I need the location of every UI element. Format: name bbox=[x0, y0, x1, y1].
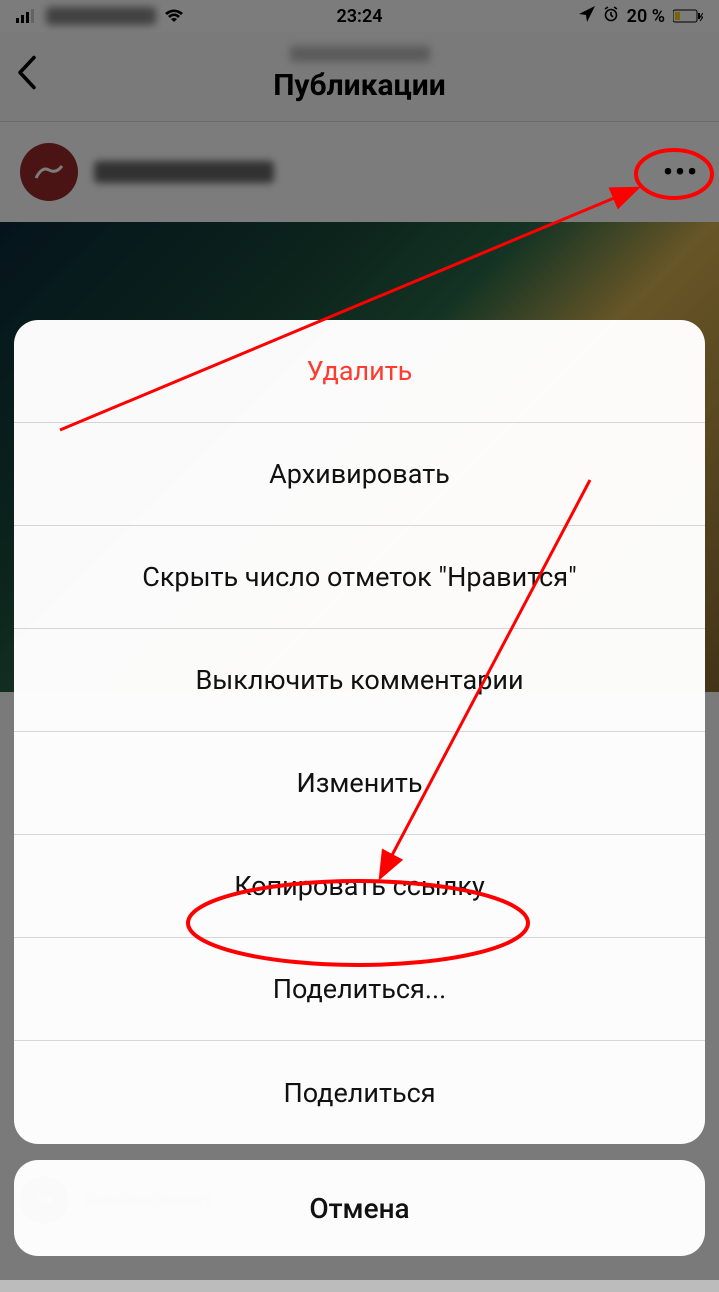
sheet-delete[interactable]: Удалить bbox=[14, 320, 705, 423]
action-sheet: Удалить Архивировать Скрыть число отмето… bbox=[14, 320, 705, 1256]
sheet-archive[interactable]: Архивировать bbox=[14, 423, 705, 526]
sheet-options-group: Удалить Архивировать Скрыть число отмето… bbox=[14, 320, 705, 1144]
sheet-share-external[interactable]: Поделиться... bbox=[14, 938, 705, 1041]
sheet-share[interactable]: Поделиться bbox=[14, 1041, 705, 1144]
sheet-copy-link[interactable]: Копировать ссылку bbox=[14, 835, 705, 938]
sheet-disable-comments[interactable]: Выключить комментарии bbox=[14, 629, 705, 732]
sheet-cancel[interactable]: Отмена bbox=[14, 1160, 705, 1256]
sheet-edit[interactable]: Изменить bbox=[14, 732, 705, 835]
sheet-hide-likes[interactable]: Скрыть число отметок "Нравится" bbox=[14, 526, 705, 629]
